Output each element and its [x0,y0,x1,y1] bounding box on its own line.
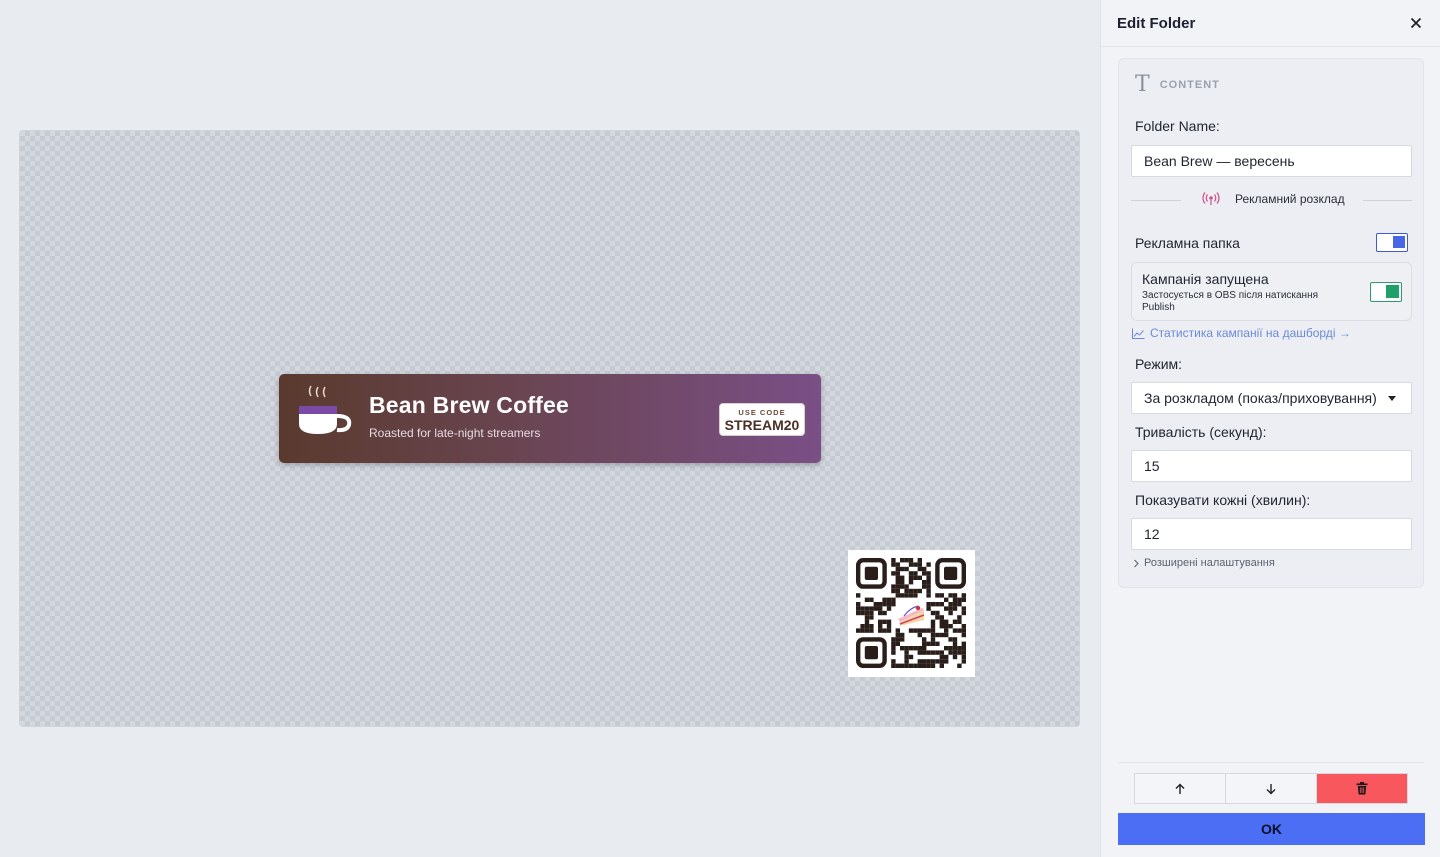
advanced-settings-toggle[interactable]: Розширені налаштування [1133,557,1275,569]
arrow-down-icon [1266,783,1276,794]
mode-selected-value: За розкладом (показ/приховування) [1144,390,1377,406]
duration-input[interactable] [1131,450,1412,482]
section-label: CONTENT [1159,79,1220,91]
folder-name-label: Folder Name: [1135,118,1220,134]
panel-title: Edit Folder [1117,15,1196,32]
coffee-cup-icon [299,385,352,434]
banner-title: Bean Brew Coffee [369,392,570,418]
ad-schedule-divider: Рекламний розклад [1131,191,1412,211]
banner-subtitle: Roasted for late-night streamers [369,426,541,440]
promo-code-badge: USE CODE STREAM20 [719,403,805,436]
canvas-area: Bean Brew Coffee Roasted for late-night … [0,0,1100,857]
order-actions [1134,773,1408,804]
broadcast-icon [1202,192,1220,205]
mode-label: Режим: [1135,356,1183,372]
arrow-up-icon [1175,783,1185,794]
ad-folder-toggle[interactable] [1376,233,1408,252]
cake-slice-icon [898,605,925,626]
footer-divider [1118,762,1424,763]
trash-icon [1356,782,1368,795]
campaign-subtitle: Застосується в OBS після натискання Publ… [1142,290,1319,313]
content-card: T CONTENT Folder Name: Рекламний розклад… [1118,58,1424,588]
promo-label: USE CODE [738,408,786,417]
campaign-running-toggle[interactable] [1370,282,1402,302]
toggle-knob [1386,285,1399,298]
qr-code-icon [855,557,967,669]
close-icon [1410,17,1422,29]
mode-select[interactable]: За розкладом (показ/приховування) [1131,382,1412,414]
move-down-button[interactable] [1225,774,1316,803]
ad-banner[interactable]: Bean Brew Coffee Roasted for late-night … [279,374,821,463]
chevron-right-icon [1134,559,1139,567]
stats-link-label: Статистика кампанії на дашборді → [1150,326,1351,340]
caret-down-icon [1388,396,1396,401]
ok-button[interactable]: OK [1118,813,1425,845]
interval-input[interactable] [1131,518,1412,550]
ad-folder-label: Рекламна папка [1135,235,1240,251]
qr-code-image[interactable] [848,550,975,677]
close-button[interactable] [1406,13,1426,33]
move-up-button[interactable] [1135,774,1225,803]
ad-schedule-label: Рекламний розклад [1235,192,1345,206]
content-section-header: T CONTENT [1135,72,1220,97]
campaign-status-box: Кампанія запущена Застосується в OBS піс… [1131,262,1412,321]
panel-header: Edit Folder [1101,0,1440,47]
toggle-knob [1393,236,1405,248]
edit-folder-panel: Edit Folder T CONTENT Folder Name: Bean … [1100,0,1440,857]
interval-label: Показувати кожні (хвилин): [1135,492,1311,508]
folder-name-input[interactable] [1131,145,1412,177]
duration-label: Тривалість (секунд): [1135,424,1267,440]
scene-stage[interactable]: Bean Brew Coffee Roasted for late-night … [20,131,1079,726]
campaign-title: Кампанія запущена [1142,271,1269,287]
delete-button[interactable] [1316,774,1407,803]
campaign-stats-link[interactable]: Статистика кампанії на дашборді → [1132,326,1351,340]
promo-code: STREAM20 [724,417,800,433]
text-type-icon: T [1135,72,1150,97]
advanced-settings-label: Розширені налаштування [1144,557,1275,569]
chart-trend-icon [1132,328,1145,339]
ad-schedule-heading: Рекламний розклад [1195,192,1351,206]
divider-line-right [1363,200,1412,201]
divider-line-left [1131,200,1181,201]
